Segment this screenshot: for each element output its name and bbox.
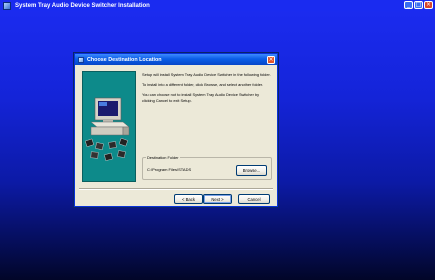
next-button[interactable]: Next > — [203, 194, 232, 204]
installer-window-controls: _ □ × — [404, 1, 433, 9]
choose-destination-dialog: Choose Destination Location × Setup will… — [74, 53, 278, 207]
dialog-title-bar[interactable]: Choose Destination Location × — [75, 54, 277, 65]
instruction-paragraph-1: Setup will install System Tray Audio Dev… — [142, 72, 271, 77]
destination-folder-path: C:\Program Files\STADS — [147, 167, 192, 172]
dialog-app-icon — [78, 56, 84, 63]
installer-title-bar: System Tray Audio Device Switcher Instal… — [0, 0, 435, 11]
instructions-text: Setup will install System Tray Audio Dev… — [142, 72, 272, 108]
button-separator — [79, 188, 273, 190]
installer-title: System Tray Audio Device Switcher Instal… — [15, 2, 150, 9]
back-button[interactable]: < Back — [174, 194, 203, 204]
installer-app-icon — [3, 1, 11, 10]
setup-computer-illustration — [82, 71, 136, 182]
instruction-paragraph-3: You can choose not to install System Tra… — [142, 92, 260, 103]
cancel-button[interactable]: Cancel — [238, 194, 270, 204]
close-button[interactable]: × — [424, 1, 433, 9]
destination-folder-label: Destination Folder — [146, 155, 180, 160]
dialog-title: Choose Destination Location — [87, 56, 162, 63]
browse-button[interactable]: Browse... — [236, 165, 267, 176]
dialog-close-icon[interactable]: × — [267, 55, 275, 64]
maximize-button[interactable]: □ — [414, 1, 423, 9]
instruction-paragraph-2: To install into a different folder, clic… — [142, 82, 264, 88]
computer-icon — [84, 97, 130, 161]
minimize-button[interactable]: _ — [404, 1, 413, 9]
destination-folder-group: Destination Folder C:\Program Files\STAD… — [142, 155, 272, 180]
